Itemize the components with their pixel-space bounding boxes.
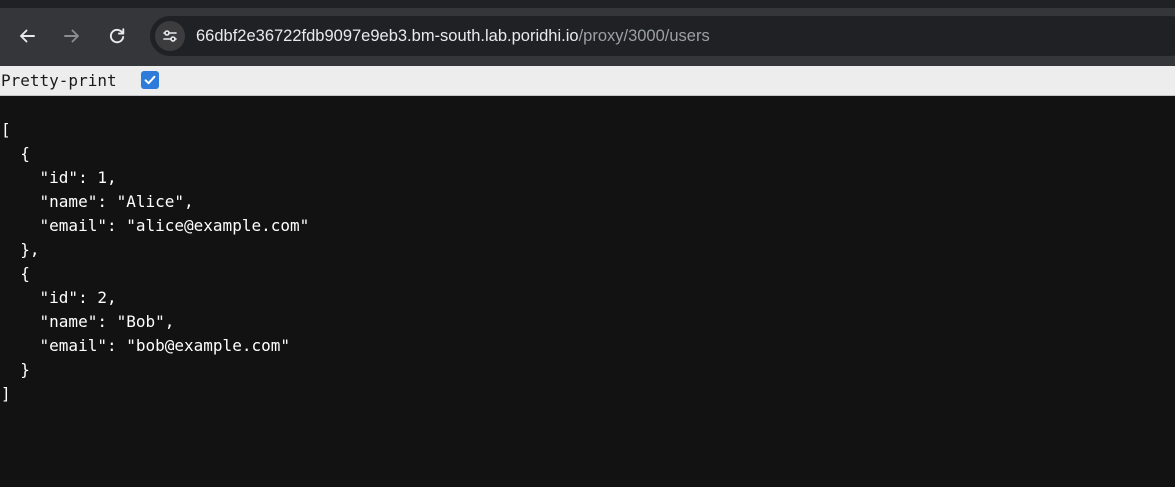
pretty-print-checkbox[interactable] — [141, 71, 159, 89]
json-line: "name": "Bob", — [1, 312, 175, 331]
forward-arrow-icon — [64, 29, 79, 43]
browser-toolbar: 66dbf2e36722fdb9097e9eb3.bm-south.lab.po… — [0, 0, 1175, 66]
pretty-print-label: Pretty-print — [1, 71, 117, 90]
url-host: 66dbf2e36722fdb9097e9eb3.bm-south.lab.po… — [196, 27, 579, 45]
json-content: [ { "id": 1, "name": "Alice", "email": "… — [1, 118, 309, 406]
back-button[interactable] — [11, 20, 43, 52]
tab-strip — [0, 0, 1175, 8]
address-bar[interactable]: 66dbf2e36722fdb9097e9eb3.bm-south.lab.po… — [150, 16, 1175, 56]
json-line: "id": 2, — [1, 288, 117, 307]
json-line: "name": "Alice", — [1, 192, 194, 211]
json-line: "email": "alice@example.com" — [1, 216, 310, 235]
forward-button[interactable] — [56, 20, 88, 52]
json-line: } — [1, 360, 30, 379]
pretty-print-bar: Pretty-print — [0, 66, 1175, 96]
site-info-tune-icon — [163, 30, 177, 42]
json-line: [ — [1, 120, 11, 139]
url-path: /proxy/3000/users — [578, 27, 710, 45]
url-text[interactable]: 66dbf2e36722fdb9097e9eb3.bm-south.lab.po… — [196, 26, 710, 46]
reload-button[interactable] — [101, 20, 133, 52]
json-line: ] — [1, 384, 11, 403]
json-line: }, — [1, 240, 40, 259]
json-line: "email": "bob@example.com" — [1, 336, 290, 355]
json-line: { — [1, 144, 30, 163]
json-line: "id": 1, — [1, 168, 117, 187]
json-line: { — [1, 264, 30, 283]
site-info-button[interactable] — [155, 21, 185, 51]
back-arrow-icon — [20, 29, 35, 43]
checkmark-icon — [144, 75, 156, 85]
reload-icon — [109, 28, 125, 44]
